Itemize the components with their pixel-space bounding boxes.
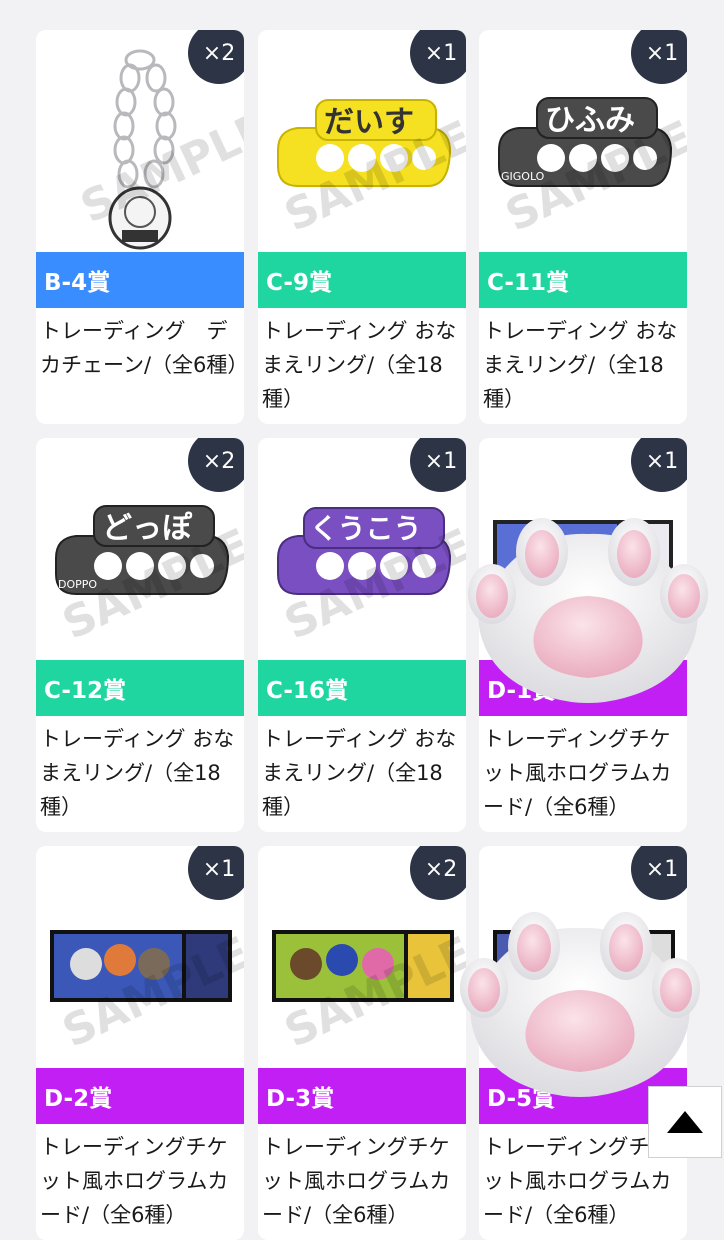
prize-card[interactable]: くうこう SAMPLE ×1 C-16賞 トレーディング おなまえリング/（全1… [258, 438, 466, 832]
product-title: トレーディング おなまえリング/（全18種） [40, 727, 235, 819]
product-title: トレーディングチケット風ホログラムカード/（全6種） [262, 1135, 451, 1227]
prize-label: C-11賞 [479, 252, 687, 308]
prize-card[interactable]: SAMPLE ×1 D-2賞 トレーディングチケット風ホログラムカード/（全6種… [36, 846, 244, 1240]
prize-card[interactable]: SAMPLE ×2 D-3賞 トレーディングチケット風ホログラムカード/（全6種… [258, 846, 466, 1240]
ring-name-text: ひふみ [545, 103, 635, 138]
prize-card[interactable]: ひふみ GIGOLO SAMPLE ×1 C-11賞 トレーディング おなまえリ… [479, 30, 687, 424]
triangle-up-icon [667, 1111, 703, 1133]
prize-label: B-4賞 [36, 252, 244, 308]
ring-name-text: どっぽ [102, 511, 193, 546]
prize-label: D-2賞 [36, 1068, 244, 1124]
prize-card[interactable]: どっぽ DOPPO SAMPLE ×2 C-12賞 トレーディング おなまえリン… [36, 438, 244, 832]
product-title: トレーディング デカチェーン/（全6種） [40, 319, 244, 377]
paw-sticker-icon [460, 912, 700, 1097]
product-title: トレーディング おなまえリング/（全18種） [262, 727, 457, 819]
ring-name-text: だいす [324, 105, 414, 140]
scroll-to-top-button[interactable] [648, 1086, 722, 1158]
product-title: トレーディング おなまえリング/（全18種） [483, 319, 678, 411]
prize-card[interactable]: SAMPLE ×2 B-4賞 トレーディング デカチェーン/（全6種） [36, 30, 244, 424]
product-title: トレーディングチケット風ホログラムカード/（全6種） [40, 1135, 229, 1227]
ring-name-text: くうこう [310, 512, 421, 545]
prize-card[interactable]: だいす SAMPLE ×1 C-9賞 トレーディング おなまえリング/（全18種… [258, 30, 466, 424]
prize-label: C-16賞 [258, 660, 466, 716]
product-title: トレーディングチケット風ホログラムカード/（全6種） [483, 727, 672, 819]
paw-sticker-icon [468, 518, 708, 703]
prize-label: D-3賞 [258, 1068, 466, 1124]
prize-label: C-9賞 [258, 252, 466, 308]
product-title: トレーディング おなまえリング/（全18種） [262, 319, 457, 411]
prize-label: C-12賞 [36, 660, 244, 716]
